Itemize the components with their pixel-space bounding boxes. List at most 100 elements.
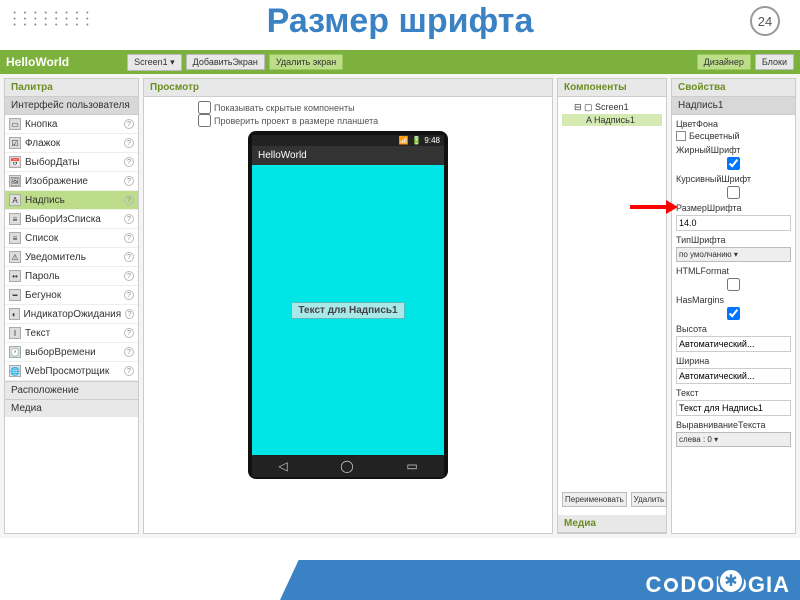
palette-item-label: Флажок	[25, 138, 60, 149]
palette-item-label: ИндикаторОжидания	[24, 309, 122, 320]
help-icon[interactable]: ?	[124, 290, 134, 300]
help-icon[interactable]: ?	[124, 347, 134, 357]
hidden-components-check[interactable]: Показывать скрытые компоненты	[198, 101, 355, 114]
palette-item-icon: 🌐	[9, 365, 21, 377]
html-checkbox[interactable]	[676, 278, 791, 291]
help-icon[interactable]: ?	[124, 138, 134, 148]
palette-layout-group[interactable]: Расположение	[5, 381, 138, 399]
palette-list: ▭Кнопка?☑Флажок?📅ВыборДаты?🖼Изображение?…	[5, 115, 138, 381]
tree-screen1[interactable]: ⊟ ▢ Screen1	[562, 101, 662, 114]
media-header: Медиа	[558, 515, 666, 533]
delete-screen-button[interactable]: Удалить экран	[269, 54, 343, 70]
margins-checkbox[interactable]	[676, 307, 791, 320]
app-bar: HelloWorld	[252, 146, 444, 165]
prop-fontface: ТипШрифтапо умолчанию ▾	[676, 235, 791, 262]
decorative-dots: • • • • • • • •• • • • • • • •• • • • • …	[0, 0, 105, 40]
preview-header: Просмотр	[144, 79, 552, 97]
bgcolor-value[interactable]: Бесцветный	[676, 131, 791, 141]
palette-item[interactable]: ━ Бегунок?	[5, 286, 138, 305]
help-icon[interactable]: ?	[124, 176, 134, 186]
palette-item-icon: ≡	[9, 232, 21, 244]
palette-item-icon: I	[9, 327, 21, 339]
add-screen-button[interactable]: ДобавитьЭкран	[186, 54, 265, 70]
italic-checkbox[interactable]	[676, 186, 791, 199]
help-icon[interactable]: ?	[124, 119, 134, 129]
palette-item[interactable]: ▭Кнопка?	[5, 115, 138, 134]
help-icon[interactable]: ?	[125, 309, 134, 319]
preview-label[interactable]: Текст для Надпись1	[291, 302, 404, 319]
palette-item-icon: ▭	[9, 118, 21, 130]
tree-label1[interactable]: A Надпись1	[562, 114, 662, 126]
delete-component-button[interactable]: Удалить	[631, 492, 668, 507]
palette-item-label: Бегунок	[25, 290, 61, 301]
palette-item-label: Изображение	[25, 176, 88, 187]
android-navbar: ◁ ◯ ▭	[252, 455, 444, 477]
prop-height: Высота	[676, 324, 791, 352]
help-icon[interactable]: ?	[124, 157, 134, 167]
palette-item[interactable]: ≡ ВыборИзСписка?	[5, 210, 138, 229]
palette-item-label: Текст	[25, 328, 50, 339]
back-icon: ◁	[278, 459, 287, 473]
palette-item[interactable]: ☑Флажок?	[5, 134, 138, 153]
palette-item[interactable]: I Текст?	[5, 324, 138, 343]
palette-item-label: Уведомитель	[25, 252, 86, 263]
designer-tab[interactable]: Дизайнер	[697, 54, 751, 70]
properties-panel: Свойства Надпись1 ЦветФонаБесцветный Жир…	[671, 78, 796, 534]
align-select[interactable]: слева : 0 ▾	[676, 432, 791, 447]
properties-header: Свойства	[672, 79, 795, 97]
fontsize-input[interactable]	[676, 215, 791, 231]
help-icon[interactable]: ?	[124, 271, 134, 281]
screen-canvas[interactable]: Текст для Надпись1	[252, 165, 444, 455]
project-name: HelloWorld	[6, 55, 69, 69]
palette-item[interactable]: ••Пароль?	[5, 267, 138, 286]
phone-mock: 📶🔋9:48 HelloWorld Текст для Надпись1 ◁ ◯…	[248, 131, 448, 479]
clock: 9:48	[424, 136, 440, 145]
signal-icon: 📶	[398, 136, 408, 145]
screen-selector[interactable]: Screen1 ▾	[127, 54, 182, 71]
components-header: Компоненты	[558, 79, 666, 97]
help-icon[interactable]: ?	[124, 195, 134, 205]
main-columns: Палитра Интерфейс пользователя ▭Кнопка?☑…	[0, 74, 800, 538]
palette-item[interactable]: AНадпись?	[5, 191, 138, 210]
app-inventor-designer: HelloWorld Screen1 ▾ ДобавитьЭкран Удали…	[0, 50, 800, 540]
help-icon[interactable]: ?	[124, 366, 134, 376]
status-bar: 📶🔋9:48	[252, 135, 444, 146]
help-icon[interactable]: ?	[124, 252, 134, 262]
tablet-size-check[interactable]: Проверить проект в размере планшета	[198, 114, 378, 127]
prop-italic: КурсивныйШрифт	[676, 174, 791, 199]
blocks-tab[interactable]: Блоки	[755, 54, 794, 70]
palette-item-icon: ••	[9, 270, 21, 282]
help-icon[interactable]: ?	[124, 328, 134, 338]
prop-text: Текст	[676, 388, 791, 416]
palette-item[interactable]: 🌐 WebПросмотрщик?	[5, 362, 138, 381]
fontface-select[interactable]: по умолчанию ▾	[676, 247, 791, 262]
palette-item[interactable]: ≡ Список?	[5, 229, 138, 248]
palette-item-icon: ≡	[9, 213, 21, 225]
palette-item[interactable]: 📅ВыборДаты?	[5, 153, 138, 172]
palette-item-icon: ━	[9, 289, 21, 301]
palette-item-icon: A	[9, 194, 21, 206]
palette-item[interactable]: ◐ ИндикаторОжидания?	[5, 305, 138, 324]
palette-item-icon: ◐	[9, 308, 20, 320]
palette-item[interactable]: 🕐выборВремени?	[5, 343, 138, 362]
palette-item-label: ВыборИзСписка	[25, 214, 101, 225]
palette-item[interactable]: 🖼Изображение?	[5, 172, 138, 191]
width-input[interactable]	[676, 368, 791, 384]
height-input[interactable]	[676, 336, 791, 352]
palette-media-group[interactable]: Медиа	[5, 399, 138, 417]
slide-number: 24	[750, 6, 780, 36]
help-icon[interactable]: ?	[124, 233, 134, 243]
help-icon[interactable]: ?	[124, 214, 134, 224]
battery-icon: 🔋	[411, 136, 421, 145]
bold-checkbox[interactable]	[676, 157, 791, 170]
text-input[interactable]	[676, 400, 791, 416]
palette-item-label: Список	[25, 233, 58, 244]
prop-bgcolor: ЦветФонаБесцветный	[676, 119, 791, 141]
prop-align: ВыравниваниеТекстаслева : 0 ▾	[676, 420, 791, 447]
logo-o-icon	[664, 578, 678, 592]
prop-fontsize: РазмерШрифта	[676, 203, 791, 231]
rename-button[interactable]: Переименовать	[562, 492, 627, 507]
palette-ui-group[interactable]: Интерфейс пользователя	[5, 97, 138, 115]
palette-item-label: WebПросмотрщик	[25, 366, 109, 377]
palette-item[interactable]: ⚠Уведомитель?	[5, 248, 138, 267]
